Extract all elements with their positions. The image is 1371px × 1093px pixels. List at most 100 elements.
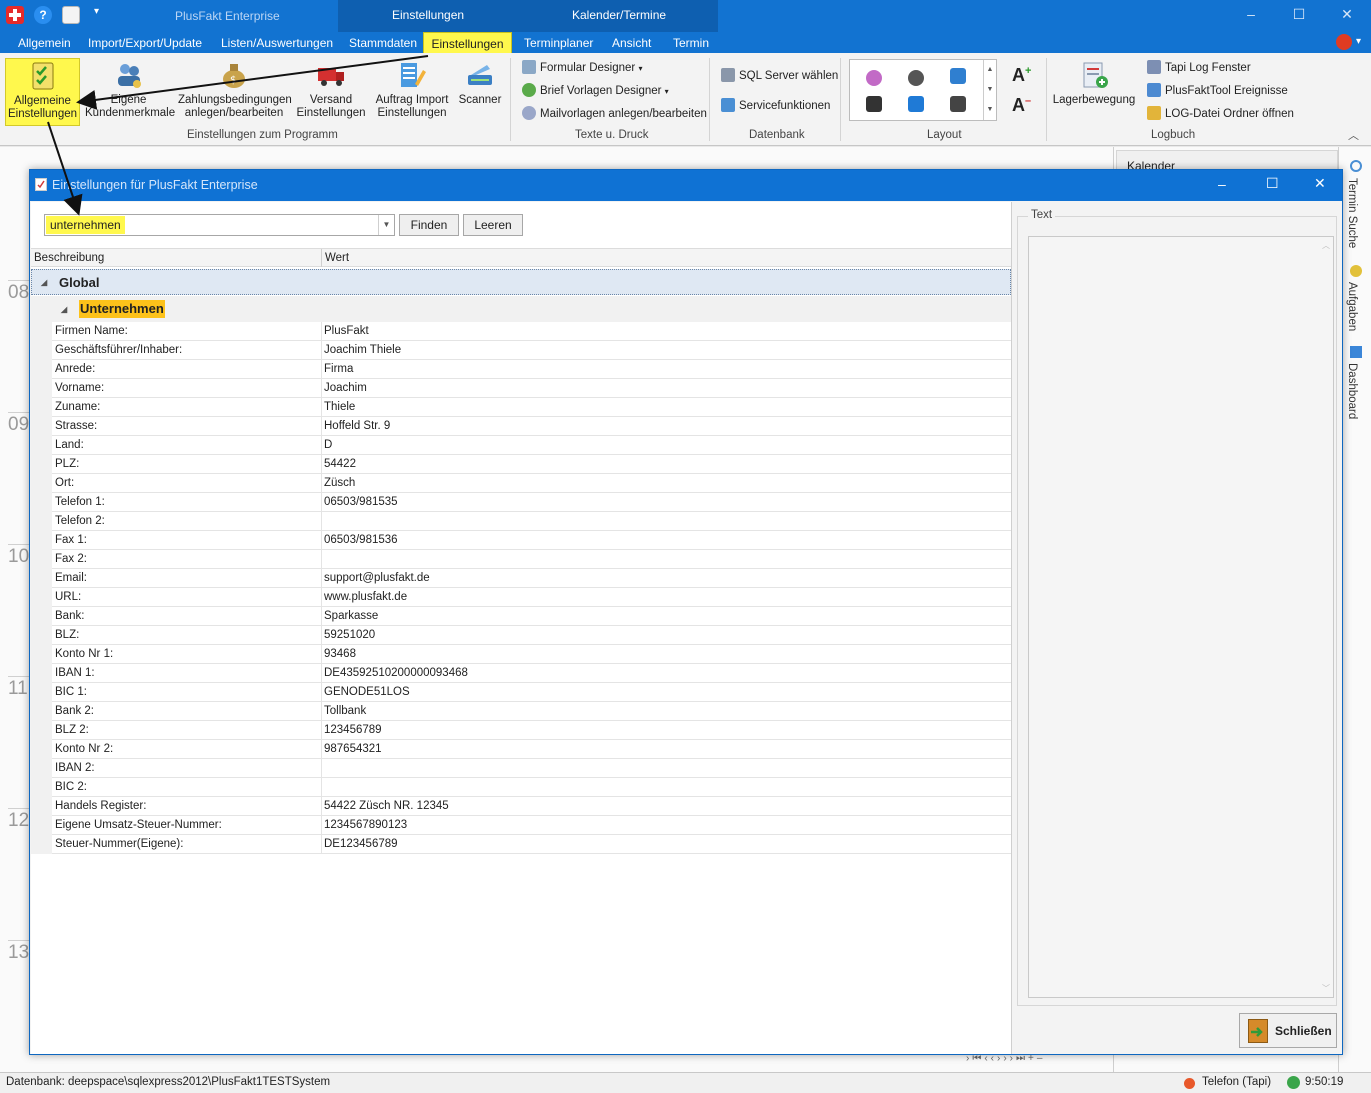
table-row[interactable]: Land: D [31, 436, 1011, 455]
row-value[interactable]: 1234567890123 [324, 819, 407, 831]
table-row[interactable]: Fax 2: [31, 550, 1011, 569]
category-unternehmen[interactable]: ◢ Unternehmen [31, 296, 1011, 322]
text-area[interactable]: ︿ ﹀ [1028, 236, 1334, 998]
log-datei-ordner-button[interactable]: LOG-Datei Ordner öffnen [1147, 106, 1294, 120]
leeren-button[interactable]: Leeren [463, 214, 523, 236]
theme-office-blue-icon[interactable] [908, 96, 924, 112]
row-value[interactable]: 06503/981536 [324, 534, 398, 546]
table-row[interactable]: BLZ 2: 123456789 [31, 721, 1011, 740]
table-row[interactable]: BIC 1: GENODE51LOS [31, 683, 1011, 702]
tab-stammdaten[interactable]: Stammdaten [345, 32, 421, 53]
row-value[interactable]: Tollbank [324, 705, 366, 717]
help-icon[interactable]: ? [34, 6, 52, 24]
column-wert[interactable]: Wert [325, 252, 349, 264]
scroll-down-icon[interactable]: ﹀ [1322, 983, 1330, 994]
row-value[interactable]: www.plusfakt.de [324, 591, 407, 603]
table-row[interactable]: IBAN 2: [31, 759, 1011, 778]
tab-einstellungen[interactable]: Einstellungen [423, 32, 512, 53]
scroll-up-icon[interactable]: ︿ [1322, 240, 1330, 251]
dialog-close-icon[interactable]: ✕ [1314, 175, 1326, 192]
table-row[interactable]: Strasse: Hoffeld Str. 9 [31, 417, 1011, 436]
quick-access-dropdown-icon[interactable]: ▾ [94, 6, 112, 24]
sql-server-waehlen-button[interactable]: SQL Server wählen [721, 68, 838, 82]
table-row[interactable]: Konto Nr 1: 93468 [31, 645, 1011, 664]
column-separator[interactable] [321, 249, 322, 267]
layout-gallery[interactable]: ▲ ▼ ▼ [849, 59, 997, 121]
row-value[interactable]: 93468 [324, 648, 356, 660]
table-row[interactable]: Zuname: Thiele [31, 398, 1011, 417]
tab-import-export[interactable]: Import/Export/Update [84, 32, 206, 53]
font-increase-icon[interactable]: A+ [1012, 65, 1031, 86]
plusfakttool-ereignisse-button[interactable]: PlusFaktTool Ereignisse [1147, 83, 1288, 97]
servicefunktionen-button[interactable]: Servicefunktionen [721, 98, 830, 112]
search-input[interactable]: unternehmen ▼ [44, 214, 395, 236]
row-value[interactable]: Firma [324, 363, 353, 375]
swiss-flag-icon[interactable] [6, 6, 24, 24]
side-tab-termin-suche[interactable]: Termin Suche [1346, 178, 1358, 248]
side-tab-dashboard[interactable]: Dashboard [1346, 363, 1358, 419]
tab-terminplaner[interactable]: Terminplaner [520, 32, 597, 53]
brief-vorlagen-designer-button[interactable]: Brief Vorlagen Designer ▾ [522, 83, 669, 97]
minimize-icon[interactable]: – [1238, 6, 1264, 22]
table-row[interactable]: Bank: Sparkasse [31, 607, 1011, 626]
allgemeine-einstellungen-button[interactable]: Allgemeine Einstellungen [5, 58, 80, 126]
row-value[interactable]: 987654321 [324, 743, 382, 755]
row-value[interactable]: Sparkasse [324, 610, 378, 622]
ribbon-badge-icon[interactable] [1336, 34, 1352, 50]
row-value[interactable]: Joachim [324, 382, 367, 394]
font-decrease-icon[interactable]: A– [1012, 95, 1031, 116]
table-row[interactable]: Ort: Züsch [31, 474, 1011, 493]
table-row[interactable]: Firmen Name: PlusFakt [31, 322, 1011, 341]
schliessen-button[interactable]: Schließen [1239, 1013, 1337, 1048]
tapi-log-fenster-button[interactable]: Tapi Log Fenster [1147, 60, 1251, 74]
collapse-triangle-icon[interactable]: ◢ [61, 305, 67, 314]
row-value[interactable]: 54422 Züsch NR. 12345 [324, 800, 449, 812]
gallery-scroll[interactable]: ▲ ▼ ▼ [983, 60, 996, 120]
calendar-sheet-icon[interactable] [62, 6, 80, 24]
tab-ansicht[interactable]: Ansicht [608, 32, 655, 53]
row-value[interactable]: 54422 [324, 458, 356, 470]
row-value[interactable]: Züsch [324, 477, 355, 489]
eigene-kundenmerkmale-button[interactable]: Eigene Kundenmerkmale [85, 60, 175, 120]
collapse-ribbon-icon[interactable]: ︿ [1348, 127, 1359, 143]
table-row[interactable]: Steuer-Nummer(Eigene): DE123456789 [31, 835, 1011, 854]
row-value[interactable]: GENODE51LOS [324, 686, 410, 698]
lagerbewegung-button[interactable]: Lagerbewegung [1052, 60, 1136, 107]
mailvorlagen-button[interactable]: Mailvorlagen anlegen/bearbeiten [522, 106, 707, 120]
table-row[interactable]: Vorname: Joachim [31, 379, 1011, 398]
column-beschreibung[interactable]: Beschreibung [34, 252, 104, 264]
table-row[interactable]: Telefon 2: [31, 512, 1011, 531]
versand-einstellungen-button[interactable]: Versand Einstellungen [294, 60, 368, 120]
row-value[interactable]: Thiele [324, 401, 355, 413]
table-row[interactable]: BLZ: 59251020 [31, 626, 1011, 645]
theme-purple-icon[interactable] [866, 70, 882, 86]
close-icon[interactable]: ✕ [1334, 6, 1360, 23]
finden-button[interactable]: Finden [399, 214, 459, 236]
table-row[interactable]: BIC 2: [31, 778, 1011, 797]
maximize-icon[interactable]: ☐ [1286, 6, 1312, 23]
table-row[interactable]: Bank 2: Tollbank [31, 702, 1011, 721]
table-row[interactable]: Konto Nr 2: 987654321 [31, 740, 1011, 759]
theme-blue-icon[interactable] [950, 68, 966, 84]
table-row[interactable]: Anrede: Firma [31, 360, 1011, 379]
row-value[interactable]: DE43592510200000093468 [324, 667, 468, 679]
table-row[interactable]: Eigene Umsatz-Steuer-Nummer: 123456789012… [31, 816, 1011, 835]
row-value[interactable]: Hoffeld Str. 9 [324, 420, 390, 432]
row-value[interactable]: PlusFakt [324, 325, 369, 337]
dialog-minimize-icon[interactable]: – [1218, 176, 1226, 192]
row-value[interactable]: 123456789 [324, 724, 382, 736]
dialog-maximize-icon[interactable]: ☐ [1266, 175, 1279, 192]
ribbon-options-icon[interactable]: ▾ [1356, 36, 1361, 47]
row-value[interactable]: 06503/981535 [324, 496, 398, 508]
row-value[interactable]: support@plusfakt.de [324, 572, 430, 584]
scanner-button[interactable]: Scanner [456, 60, 504, 107]
row-value[interactable]: 59251020 [324, 629, 375, 641]
theme-black-icon[interactable] [866, 96, 882, 112]
table-row[interactable]: Fax 1: 06503/981536 [31, 531, 1011, 550]
table-row[interactable]: Telefon 1: 06503/981535 [31, 493, 1011, 512]
category-global[interactable]: ◢ Global [31, 269, 1011, 295]
row-value[interactable]: D [324, 439, 332, 451]
table-row[interactable]: URL: www.plusfakt.de [31, 588, 1011, 607]
tab-allgemein[interactable]: Allgemein [14, 32, 75, 53]
theme-dark-icon[interactable] [908, 70, 924, 86]
